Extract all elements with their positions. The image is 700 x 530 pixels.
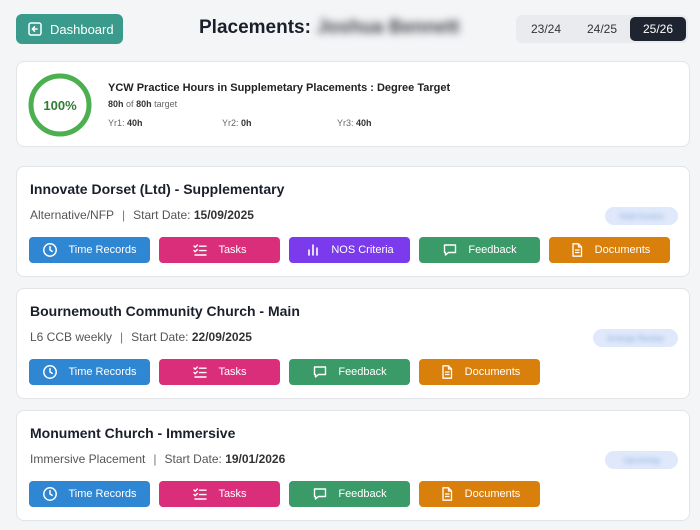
hours-done: 80h: [108, 99, 124, 109]
dashboard-label: Dashboard: [50, 21, 114, 37]
tasks-label: Tasks: [218, 366, 247, 378]
summary-title: YCW Practice Hours in Supplemetary Place…: [108, 82, 451, 94]
tasks-button[interactable]: Tasks: [159, 481, 280, 507]
year-tabs: 23/24 24/25 25/26: [516, 15, 688, 43]
tab-year-23-24[interactable]: 23/24: [518, 17, 574, 41]
feedback-button[interactable]: Feedback: [289, 481, 410, 507]
page-title-prefix: Placements:: [199, 17, 311, 38]
start-date: 19/01/2026: [225, 452, 286, 466]
clock-icon: [42, 364, 58, 380]
message-icon: [442, 242, 458, 258]
year-3-hours: Yr3: 40h: [337, 118, 372, 128]
placement-type: Immersive Placement: [30, 452, 146, 466]
year-2-hours: Yr2: 0h: [222, 118, 252, 128]
nos-criteria-label: NOS Criteria: [331, 244, 394, 256]
hours-target: 80h: [136, 99, 152, 109]
document-icon: [569, 242, 585, 258]
documents-button[interactable]: Documents: [419, 481, 540, 507]
time-records-label: Time Records: [68, 244, 137, 256]
progress-percent: 100%: [43, 97, 77, 113]
checklist-icon: [192, 486, 208, 502]
document-icon: [439, 364, 455, 380]
yr1-label: Yr1:: [108, 118, 125, 128]
time-records-label: Time Records: [68, 488, 137, 500]
feedback-label: Feedback: [468, 244, 517, 256]
tasks-button[interactable]: Tasks: [159, 237, 280, 263]
feedback-button[interactable]: Feedback: [419, 237, 540, 263]
placement-meta: Immersive Placement | Start Date: 19/01/20…: [30, 452, 286, 466]
page-title: Placements: Joshua Bennett: [199, 17, 459, 39]
tasks-label: Tasks: [218, 488, 247, 500]
status-badge: Hold Invoice: [605, 207, 678, 225]
clock-icon: [42, 486, 58, 502]
message-icon: [312, 486, 328, 502]
summary-hours: 80h of 80h target: [108, 99, 177, 109]
feedback-label: Feedback: [338, 366, 387, 378]
dashboard-button[interactable]: Dashboard: [16, 14, 123, 44]
start-date-label: Start Date:: [164, 452, 222, 466]
documents-label: Documents: [464, 488, 521, 500]
arrow-left-box-icon: [28, 22, 42, 36]
tab-year-25-26[interactable]: 25/26: [630, 17, 686, 41]
time-records-label: Time Records: [68, 366, 137, 378]
tasks-label: Tasks: [218, 244, 247, 256]
yr2-label: Yr2:: [222, 118, 239, 128]
placement-card: Monument Church - Immersive Immersive Pl…: [16, 410, 690, 521]
placement-title: Bournemouth Community Church - Main: [30, 303, 300, 319]
placement-type: L6 CCB weekly: [30, 330, 113, 344]
hours-summary-card: 100% YCW Practice Hours in Supplemetary …: [16, 61, 690, 147]
message-icon: [312, 364, 328, 380]
checklist-icon: [192, 364, 208, 380]
checklist-icon: [192, 242, 208, 258]
placement-title: Innovate Dorset (Ltd) - Supplementary: [30, 181, 285, 197]
status-badge: Upcoming: [605, 451, 678, 469]
placement-type: Alternative/NFP: [30, 208, 115, 222]
placement-actions: Time Records Tasks NOS Criteria Feedback…: [29, 237, 670, 263]
start-date: 22/09/2025: [191, 330, 252, 344]
start-date: 15/09/2025: [193, 208, 254, 222]
documents-label: Documents: [464, 366, 521, 378]
time-records-button[interactable]: Time Records: [29, 481, 150, 507]
time-records-button[interactable]: Time Records: [29, 237, 150, 263]
yr1-value: 40h: [127, 118, 143, 128]
placement-meta: L6 CCB weekly | Start Date: 22/09/2025: [30, 330, 252, 344]
placement-actions: Time Records Tasks Feedback Documents: [29, 481, 540, 507]
clock-icon: [42, 242, 58, 258]
placement-card: Bournemouth Community Church - Main L6 C…: [16, 288, 690, 399]
placement-actions: Time Records Tasks Feedback Documents: [29, 359, 540, 385]
documents-label: Documents: [594, 244, 651, 256]
nos-criteria-button[interactable]: NOS Criteria: [289, 237, 410, 263]
placement-title: Monument Church - Immersive: [30, 425, 236, 441]
year-1-hours: Yr1: 40h: [108, 118, 143, 128]
documents-button[interactable]: Documents: [419, 359, 540, 385]
student-name: Joshua Bennett: [316, 17, 460, 38]
header: Dashboard Placements: Joshua Bennett 23/…: [0, 0, 700, 58]
hours-target-label: target: [154, 99, 178, 109]
status-badge: Arrange Review: [593, 329, 678, 347]
placement-meta: Alternative/NFP | Start Date: 15/09/2025: [30, 208, 254, 222]
feedback-button[interactable]: Feedback: [289, 359, 410, 385]
yr3-value: 40h: [356, 118, 372, 128]
tasks-button[interactable]: Tasks: [159, 359, 280, 385]
yr2-value: 0h: [241, 118, 252, 128]
document-icon: [439, 486, 455, 502]
time-records-button[interactable]: Time Records: [29, 359, 150, 385]
start-date-label: Start Date:: [133, 208, 191, 222]
documents-button[interactable]: Documents: [549, 237, 670, 263]
hours-of: of: [126, 99, 134, 109]
bar-chart-icon: [305, 242, 321, 258]
feedback-label: Feedback: [338, 488, 387, 500]
start-date-label: Start Date:: [131, 330, 189, 344]
placement-card: Innovate Dorset (Ltd) - Supplementary Al…: [16, 166, 690, 277]
tab-year-24-25[interactable]: 24/25: [574, 17, 630, 41]
yr3-label: Yr3:: [337, 118, 354, 128]
